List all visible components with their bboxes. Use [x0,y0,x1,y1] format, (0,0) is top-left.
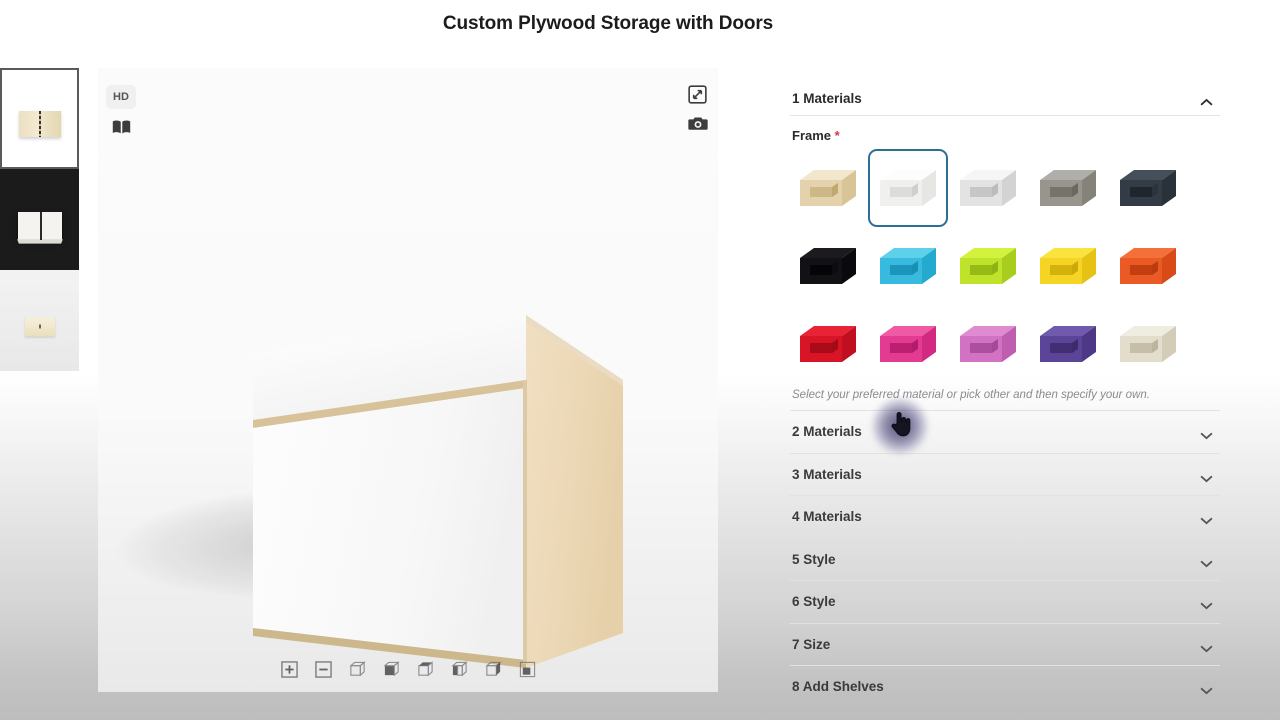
accordion-label: 7 Size [792,636,831,652]
swatch-orange[interactable] [1108,227,1188,305]
chevron-down-icon[interactable] [1199,470,1214,483]
cube-right-face-icon[interactable] [484,661,502,678]
frame-label-text: Frame [792,128,832,143]
accordion-row-8-add-shelves[interactable]: 8 Add Shelves [790,665,1220,708]
options-accordion: 2 Materials 3 Materials 4 Materials 5 Style… [790,410,1220,708]
swatch-shape [880,326,936,362]
swatch-shape [800,326,856,362]
swatch-shape [800,248,856,284]
accordion-row-3-materials[interactable]: 3 Materials [790,452,1220,496]
viewer-toolbar [98,661,718,678]
swatch-cyan[interactable] [868,227,948,305]
swatch-light-grey[interactable] [948,149,1028,227]
swatch-yellow[interactable] [1028,227,1108,305]
page-title: Custom Plywood Storage with Doors [442,13,774,34]
swatch-red[interactable] [788,305,868,383]
swatch-orchid[interactable] [948,305,1028,383]
swatch-shape [1120,170,1176,206]
swatch-shape [880,170,936,206]
cube-top-face-icon[interactable] [417,661,434,678]
chevron-up-icon[interactable] [1199,94,1214,106]
swatch-shape [960,248,1016,284]
swatch-shape [1120,248,1176,284]
chevron-down-icon[interactable] [1199,512,1214,525]
model-viewer[interactable]: HD [98,68,718,692]
cube-wireframe-icon[interactable] [348,661,366,678]
thumbnail-small-box-view[interactable] [0,270,79,371]
accordion-label: 6 Style [792,594,836,610]
accordion-row-7-size[interactable]: 7 Size [790,622,1220,666]
thumbnail-preview [17,211,62,240]
swatch-grey[interactable] [1028,149,1108,227]
swatch-purple[interactable] [1028,305,1108,383]
swatch-shape [1040,248,1096,284]
cube-left-face-icon[interactable] [450,661,468,678]
chevron-down-icon[interactable] [1199,597,1214,610]
accordion-label: 8 Add Shelves [792,679,884,695]
section-title: 1 Materials [792,91,862,106]
accordion-row-2-materials[interactable]: 2 Materials [790,410,1220,453]
swatch-shape [1040,170,1096,206]
section-header-materials-1[interactable]: 1 Materials [790,80,1220,116]
swatch-black[interactable] [788,227,868,305]
model-stage [98,68,718,692]
required-marker: * [834,128,840,143]
cube-solid-icon[interactable] [519,661,536,678]
chevron-down-icon[interactable] [1199,427,1214,440]
swatch-shape [960,326,1016,362]
options-panel: 1 Materials Frame * Select your preferre… [790,80,1220,708]
swatch-shape [1120,326,1176,362]
swatch-dark-charcoal[interactable] [1108,149,1188,227]
zoom-out-icon[interactable] [314,661,332,678]
swatch-birch-plywood[interactable] [788,149,868,227]
accordion-label: 4 Materials [792,509,862,525]
cube-front-face-icon[interactable] [382,661,400,678]
material-swatch-grid [788,149,1220,383]
frame-material-group: Frame * Select your preferred material o… [790,116,1220,401]
accordion-label: 5 Style [792,551,836,567]
swatch-shape [1040,326,1096,362]
frame-field-label: Frame * [792,128,1220,143]
thumbnail-closed-doors-view[interactable] [0,68,79,169]
thumbnail-preview [24,317,55,337]
accordion-row-4-materials[interactable]: 4 Materials [790,495,1220,538]
thumbnail-open-dark-view[interactable] [0,169,79,270]
accordion-label: 3 Materials [792,466,862,482]
swatch-shape [880,248,936,284]
helper-text: Select your preferred material or pick o… [792,389,1150,401]
swatch-shape [960,170,1016,206]
swatch-white[interactable] [868,149,948,227]
zoom-in-icon[interactable] [280,661,298,678]
swatch-shape [800,170,856,206]
swatch-cream[interactable] [1108,305,1188,383]
swatch-lime[interactable] [948,227,1028,305]
accordion-row-6-style[interactable]: 6 Style [790,580,1220,623]
thumbnail-rail [0,68,79,371]
plywood-box-model [253,315,623,668]
accordion-label: 2 Materials [792,424,862,440]
chevron-down-icon[interactable] [1199,555,1214,568]
accordion-row-5-style[interactable]: 5 Style [790,537,1220,581]
swatch-pink[interactable] [868,305,948,383]
chevron-down-icon[interactable] [1199,640,1214,653]
chevron-down-icon[interactable] [1199,682,1214,695]
thumbnail-preview [18,111,61,138]
